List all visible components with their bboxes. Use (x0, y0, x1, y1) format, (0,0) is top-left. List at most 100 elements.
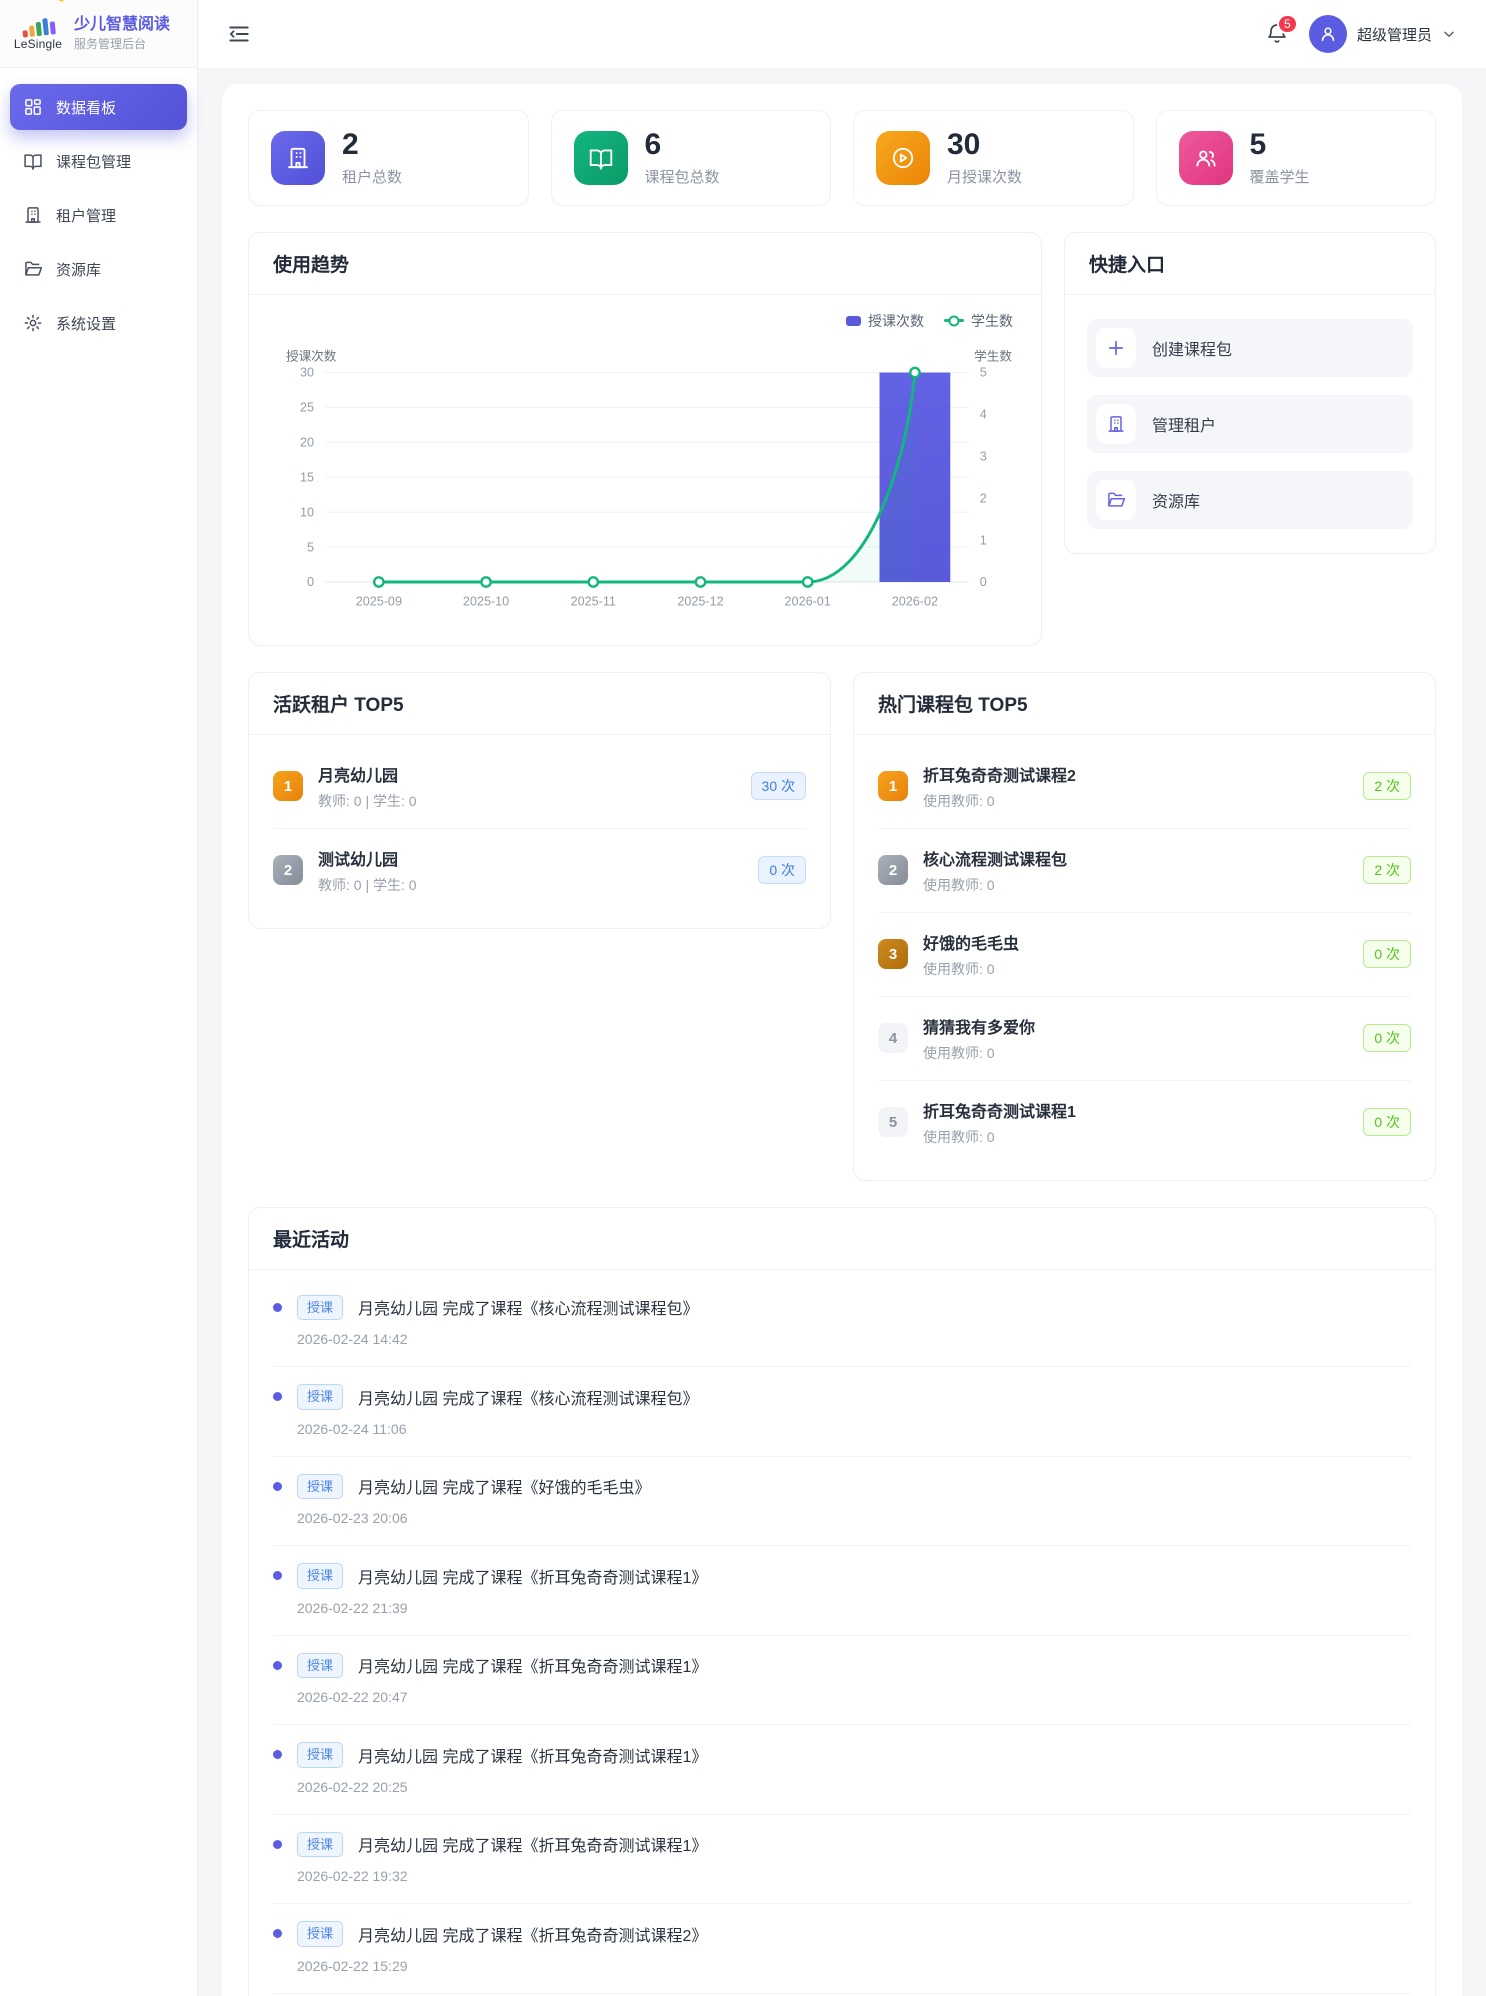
sidebar-item-tenants[interactable]: 租户管理 (10, 192, 187, 238)
svg-text:20: 20 (300, 435, 314, 449)
course-rank-row: 3 好饿的毛毛虫 使用教师: 0 0 次 (878, 913, 1411, 997)
sidebar-item-label: 数据看板 (56, 97, 116, 118)
legend-label: 学生数 (971, 311, 1013, 331)
course-rank-row: 1 折耳兔奇奇测试课程2 使用教师: 0 2 次 (878, 745, 1411, 829)
notifications-button[interactable]: 5 (1265, 22, 1289, 46)
play-circle-icon (876, 131, 930, 185)
legend-item-students[interactable]: 学生数 (944, 311, 1013, 331)
stat-value: 6 (645, 129, 720, 161)
activity-text: 月亮幼儿园 完成了课程《折耳兔奇奇测试课程1》 (358, 1832, 707, 1856)
course-meta: 使用教师: 0 (923, 959, 1348, 979)
recent-activity-title: 最近活动 (249, 1208, 1435, 1270)
course-name: 猜猜我有多爱你 (923, 1014, 1348, 1038)
tenant-name: 月亮幼儿园 (318, 762, 736, 786)
course-name: 好饿的毛毛虫 (923, 930, 1348, 954)
usage-count-badge: 0 次 (1363, 1108, 1411, 1136)
collapse-sidebar-icon[interactable] (226, 21, 252, 47)
activity-time: 2026-02-22 15:29 (297, 1958, 1411, 1974)
legend-label: 授课次数 (868, 311, 924, 331)
activity-item: 授课 月亮幼儿园 完成了课程《折耳兔奇奇测试课程1》 2026-02-22 19… (273, 1815, 1411, 1905)
quick-link-manage-tenants[interactable]: 管理租户 (1087, 395, 1413, 453)
recent-activity-card: 最近活动 授课 月亮幼儿园 完成了课程《核心流程测试课程包》 2026-02-2… (248, 1207, 1436, 1996)
stat-label: 覆盖学生 (1250, 166, 1310, 187)
course-meta: 使用教师: 0 (923, 1127, 1348, 1147)
svg-text:2026-01: 2026-01 (785, 594, 831, 608)
activity-dot (273, 1303, 282, 1312)
activity-text: 月亮幼儿园 完成了课程《核心流程测试课程包》 (358, 1295, 698, 1319)
quick-link-label: 管理租户 (1152, 412, 1216, 436)
course-name: 折耳兔奇奇测试课程2 (923, 762, 1348, 786)
session-count-badge: 0 次 (758, 856, 806, 884)
activity-time: 2026-02-22 21:39 (297, 1600, 1411, 1616)
svg-text:1: 1 (980, 533, 987, 547)
activity-time: 2026-02-22 20:25 (297, 1779, 1411, 1795)
building-icon (271, 131, 325, 185)
activity-item: 授课 月亮幼儿园 完成了课程《折耳兔奇奇测试课程1》 2026-02-22 21… (273, 1546, 1411, 1636)
course-name: 折耳兔奇奇测试课程1 (923, 1098, 1348, 1122)
session-count-badge: 30 次 (751, 772, 806, 800)
hot-courses-title: 热门课程包 TOP5 (854, 673, 1435, 735)
activity-text: 月亮幼儿园 完成了课程《好饿的毛毛虫》 (358, 1474, 650, 1498)
sidebar-item-label: 系统设置 (56, 313, 116, 334)
dashboard-icon (23, 97, 43, 117)
stats-row: 2 租户总数 6 课程包总数 30 月授课次数 (248, 110, 1436, 206)
activity-text: 月亮幼儿园 完成了课程《折耳兔奇奇测试课程1》 (358, 1564, 707, 1588)
activity-tag: 授课 (297, 1921, 343, 1947)
quick-link-resource-library[interactable]: 资源库 (1087, 471, 1413, 529)
activity-dot (273, 1661, 282, 1670)
building-icon (1096, 404, 1136, 444)
sidebar-item-label: 资源库 (56, 259, 101, 280)
activity-item: 授课 月亮幼儿园 完成了课程《折耳兔奇奇测试课程1》 2026-02-22 20… (273, 1636, 1411, 1726)
activity-item: 授课 月亮幼儿园 完成了课程《核心流程测试课程包》 2026-02-24 14:… (273, 1278, 1411, 1368)
brand-logo-text: LeSingle (14, 37, 62, 51)
course-meta: 使用教师: 0 (923, 791, 1348, 811)
top-bar: 5 超级管理员 (198, 0, 1486, 68)
activity-item: 授课 月亮幼儿园 完成了课程《核心流程测试课程包》 2026-02-24 11:… (273, 1367, 1411, 1457)
svg-text:25: 25 (300, 400, 314, 414)
tenant-meta: 教师: 0 | 学生: 0 (318, 875, 743, 895)
svg-text:学生数: 学生数 (974, 348, 1012, 363)
avatar (1309, 15, 1347, 53)
usage-count-badge: 0 次 (1363, 940, 1411, 968)
sidebar-item-dashboard[interactable]: 数据看板 (10, 84, 187, 130)
folder-icon (23, 259, 43, 279)
svg-text:2025-10: 2025-10 (463, 594, 509, 608)
course-meta: 使用教师: 0 (923, 1043, 1348, 1063)
activity-item: 授课 月亮幼儿园 完成了课程《折耳兔奇奇测试课程1》 2026-02-22 20… (273, 1725, 1411, 1815)
sidebar-menu: 数据看板 课程包管理 租户管理 资源库 系统设置 (0, 68, 197, 370)
sidebar-item-course-packages[interactable]: 课程包管理 (10, 138, 187, 184)
activity-time: 2026-02-23 20:06 (297, 1510, 1411, 1526)
stat-label: 课程包总数 (645, 166, 720, 187)
brand: LeSingle 少儿智慧阅读 服务管理后台 (0, 0, 197, 68)
sidebar-item-resource-library[interactable]: 资源库 (10, 246, 187, 292)
tenant-meta: 教师: 0 | 学生: 0 (318, 791, 736, 811)
rank-badge: 1 (273, 771, 303, 801)
usage-count-badge: 2 次 (1363, 772, 1411, 800)
sidebar-item-settings[interactable]: 系统设置 (10, 300, 187, 346)
svg-text:5: 5 (980, 365, 987, 379)
usage-trend-card: 使用趋势 授课次数 学生数 051015202530012345授课次数学生数2… (248, 232, 1042, 646)
book-icon (574, 131, 628, 185)
activity-text: 月亮幼儿园 完成了课程《折耳兔奇奇测试课程1》 (358, 1653, 707, 1677)
activity-time: 2026-02-22 20:47 (297, 1689, 1411, 1705)
svg-text:授课次数: 授课次数 (286, 349, 337, 363)
activity-text: 月亮幼儿园 完成了课程《折耳兔奇奇测试课程1》 (358, 1743, 707, 1767)
quick-link-create-course[interactable]: 创建课程包 (1087, 319, 1413, 377)
activity-dot (273, 1482, 282, 1491)
tenant-name: 测试幼儿园 (318, 846, 743, 870)
legend-item-sessions[interactable]: 授课次数 (846, 311, 924, 331)
usage-trend-chart[interactable]: 051015202530012345授课次数学生数2025-092025-102… (271, 331, 1019, 631)
svg-text:3: 3 (980, 449, 987, 463)
rank-badge: 2 (878, 855, 908, 885)
course-name: 核心流程测试课程包 (923, 846, 1348, 870)
stat-value: 5 (1250, 129, 1310, 161)
course-meta: 使用教师: 0 (923, 875, 1348, 895)
user-menu[interactable]: 超级管理员 (1309, 15, 1456, 53)
quick-link-label: 资源库 (1152, 488, 1200, 512)
activity-time: 2026-02-24 14:42 (297, 1331, 1411, 1347)
svg-text:15: 15 (300, 470, 314, 484)
activity-dot (273, 1571, 282, 1580)
svg-text:2025-09: 2025-09 (356, 594, 402, 608)
notification-count-badge: 5 (1277, 14, 1298, 34)
plus-icon (1096, 328, 1136, 368)
